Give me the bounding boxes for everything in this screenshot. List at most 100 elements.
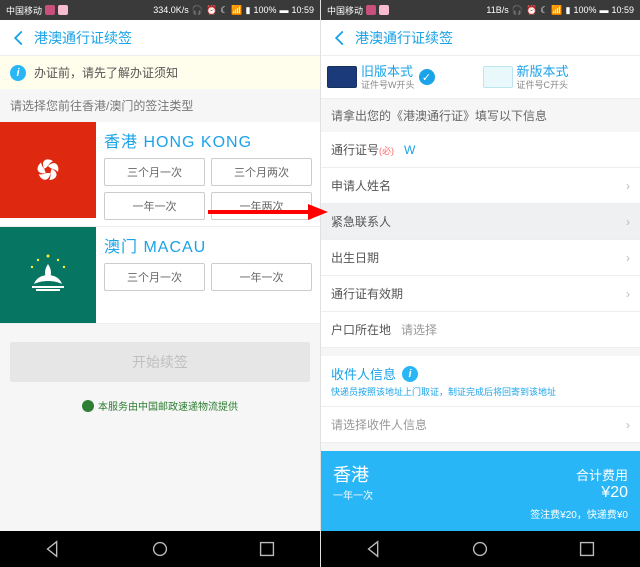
summary-total-label: 合计费用 <box>576 465 628 484</box>
android-navbar <box>0 531 320 567</box>
hukou-placeholder: 请选择 <box>391 321 630 338</box>
summary-fee-detail: 签注费¥20，快递费¥0 <box>333 506 628 521</box>
nav-home-icon[interactable] <box>149 538 171 560</box>
visa-option-button[interactable]: 三个月一次 <box>104 158 205 186</box>
net-speed: 11B/s <box>486 5 508 15</box>
permit-new-card[interactable]: 新版本式 证件号C开头 <box>483 64 635 90</box>
alarm-icon: ⏰ <box>526 5 537 16</box>
visa-option-button[interactable]: 三个月两次 <box>211 158 312 186</box>
page-title: 港澳通行证续签 <box>355 28 453 48</box>
info-icon: i <box>10 65 26 81</box>
flag-hk-icon <box>0 122 96 218</box>
visa-option-button[interactable]: 一年两次 <box>211 192 312 220</box>
alarm-icon: ⏰ <box>206 5 217 16</box>
selected-check-icon: ✓ <box>419 69 435 85</box>
notice-text: 办证前，请先了解办证须知 <box>34 64 178 81</box>
chevron-right-icon: › <box>626 418 630 432</box>
net-speed: 334.0K/s <box>153 5 189 15</box>
permit-old-thumb-icon <box>327 66 357 88</box>
flag-macau-icon <box>0 227 96 323</box>
permit-old-card[interactable]: 旧版本式 证件号W开头 ✓ <box>327 64 479 90</box>
field-label: 申请人姓名 <box>331 177 391 194</box>
phone-right: 中国移动 11B/s 🎧 ⏰ ☾ 📶 ▮ 100% ▬ 10:59 港澳通行证续… <box>320 0 640 567</box>
provider-text: 本服务由中国邮政速递物流提供 <box>98 398 238 413</box>
permit-new-thumb-icon <box>483 66 513 88</box>
status-indicator-icon <box>58 5 68 15</box>
service-provider-label: 本服务由中国邮政速递物流提供 <box>0 398 320 413</box>
provider-logo-icon <box>82 400 94 412</box>
clock-label: 10:59 <box>611 5 634 15</box>
form-instruction: 请拿出您的《港澳通行证》填写以下信息 <box>321 99 640 132</box>
start-renewal-button[interactable]: 开始续签 <box>10 342 310 382</box>
field-label: 通行证号(必) <box>331 141 394 158</box>
wifi-icon: 📶 <box>231 5 242 16</box>
battery-icon: ▬ <box>599 5 608 15</box>
app-header: 港澳通行证续签 <box>0 20 320 56</box>
permit-style-selector: 旧版本式 证件号W开头 ✓ 新版本式 证件号C开头 <box>321 56 640 99</box>
applicant-name-field[interactable]: 申请人姓名 › <box>321 168 640 204</box>
recipient-select-field[interactable]: 请选择收件人信息 › <box>321 407 640 443</box>
order-summary: 香港 一年一次 合计费用 ¥20 签注费¥20，快递费¥0 <box>321 451 640 531</box>
birth-date-field[interactable]: 出生日期 › <box>321 240 640 276</box>
phone-left: 中国移动 334.0K/s 🎧 ⏰ ☾ 📶 ▮ 100% ▬ 10:59 港澳通… <box>0 0 320 567</box>
destination-macau: 澳门 MACAU 三个月一次 一年一次 <box>0 227 320 324</box>
status-indicator-icon <box>379 5 389 15</box>
hukou-field[interactable]: 户口所在地 请选择 <box>321 312 640 348</box>
battery-icon: ▬ <box>279 5 288 15</box>
app-header: 港澳通行证续签 <box>321 20 640 56</box>
visa-option-button[interactable]: 一年一次 <box>211 263 312 291</box>
dnd-icon: ☾ <box>220 5 228 16</box>
card-title: 旧版本式 <box>361 64 415 80</box>
headset-icon: 🎧 <box>192 5 203 16</box>
back-icon[interactable] <box>10 29 28 47</box>
permit-expiry-field[interactable]: 通行证有效期 › <box>321 276 640 312</box>
recipient-header: 收件人信息 i <box>321 348 640 385</box>
chevron-right-icon: › <box>626 215 630 229</box>
nav-recent-icon[interactable] <box>576 538 598 560</box>
card-sub: 证件号W开头 <box>361 80 415 91</box>
emergency-contact-field[interactable]: 紧急联系人 › <box>321 204 640 240</box>
nav-back-icon[interactable] <box>42 538 64 560</box>
clock-label: 10:59 <box>291 5 314 15</box>
nav-home-icon[interactable] <box>469 538 491 560</box>
info-icon[interactable]: i <box>402 366 418 382</box>
summary-total-value: ¥20 <box>576 484 628 502</box>
chevron-right-icon: › <box>626 287 630 301</box>
destination-name: 香港 HONG KONG <box>104 128 312 152</box>
field-label: 出生日期 <box>331 249 379 266</box>
battery-label: 100% <box>573 5 596 15</box>
visa-option-button[interactable]: 三个月一次 <box>104 263 205 291</box>
page-title: 港澳通行证续签 <box>34 28 132 48</box>
visa-type-prompt: 请选择您前往香港/澳门的签注类型 <box>0 89 320 122</box>
battery-label: 100% <box>253 5 276 15</box>
notice-banner[interactable]: i 办证前，请先了解办证须知 <box>0 56 320 89</box>
wifi-icon: 📶 <box>551 5 562 16</box>
chevron-right-icon: › <box>626 179 630 193</box>
status-bar: 中国移动 11B/s 🎧 ⏰ ☾ 📶 ▮ 100% ▬ 10:59 <box>321 0 640 20</box>
nav-back-icon[interactable] <box>363 538 385 560</box>
field-label: 通行证有效期 <box>331 285 403 302</box>
field-label: 户口所在地 <box>331 321 391 338</box>
recipient-placeholder: 请选择收件人信息 <box>331 416 427 433</box>
recipient-title: 收件人信息 <box>331 364 396 383</box>
headset-icon: 🎧 <box>512 5 523 16</box>
permit-prefix: W <box>394 143 630 157</box>
carrier-label: 中国移动 <box>6 4 42 17</box>
destination-hongkong: 香港 HONG KONG 三个月一次 三个月两次 一年一次 一年两次 <box>0 122 320 227</box>
card-sub: 证件号C开头 <box>517 80 569 91</box>
summary-destination: 香港 <box>333 461 373 487</box>
nav-recent-icon[interactable] <box>256 538 278 560</box>
signal-icon: ▮ <box>245 5 250 16</box>
recipient-subtext: 快递员按照该地址上门取证，制证完成后将回寄到该地址 <box>321 385 640 407</box>
field-label: 紧急联系人 <box>331 213 391 230</box>
permit-number-field[interactable]: 通行证号(必) W <box>321 132 640 168</box>
summary-frequency: 一年一次 <box>333 487 373 502</box>
back-icon[interactable] <box>331 29 349 47</box>
visa-option-button[interactable]: 一年一次 <box>104 192 205 220</box>
status-indicator-icon <box>366 5 376 15</box>
card-title: 新版本式 <box>517 64 569 80</box>
chevron-right-icon: › <box>626 251 630 265</box>
status-bar: 中国移动 334.0K/s 🎧 ⏰ ☾ 📶 ▮ 100% ▬ 10:59 <box>0 0 320 20</box>
status-indicator-icon <box>45 5 55 15</box>
dnd-icon: ☾ <box>540 5 548 16</box>
